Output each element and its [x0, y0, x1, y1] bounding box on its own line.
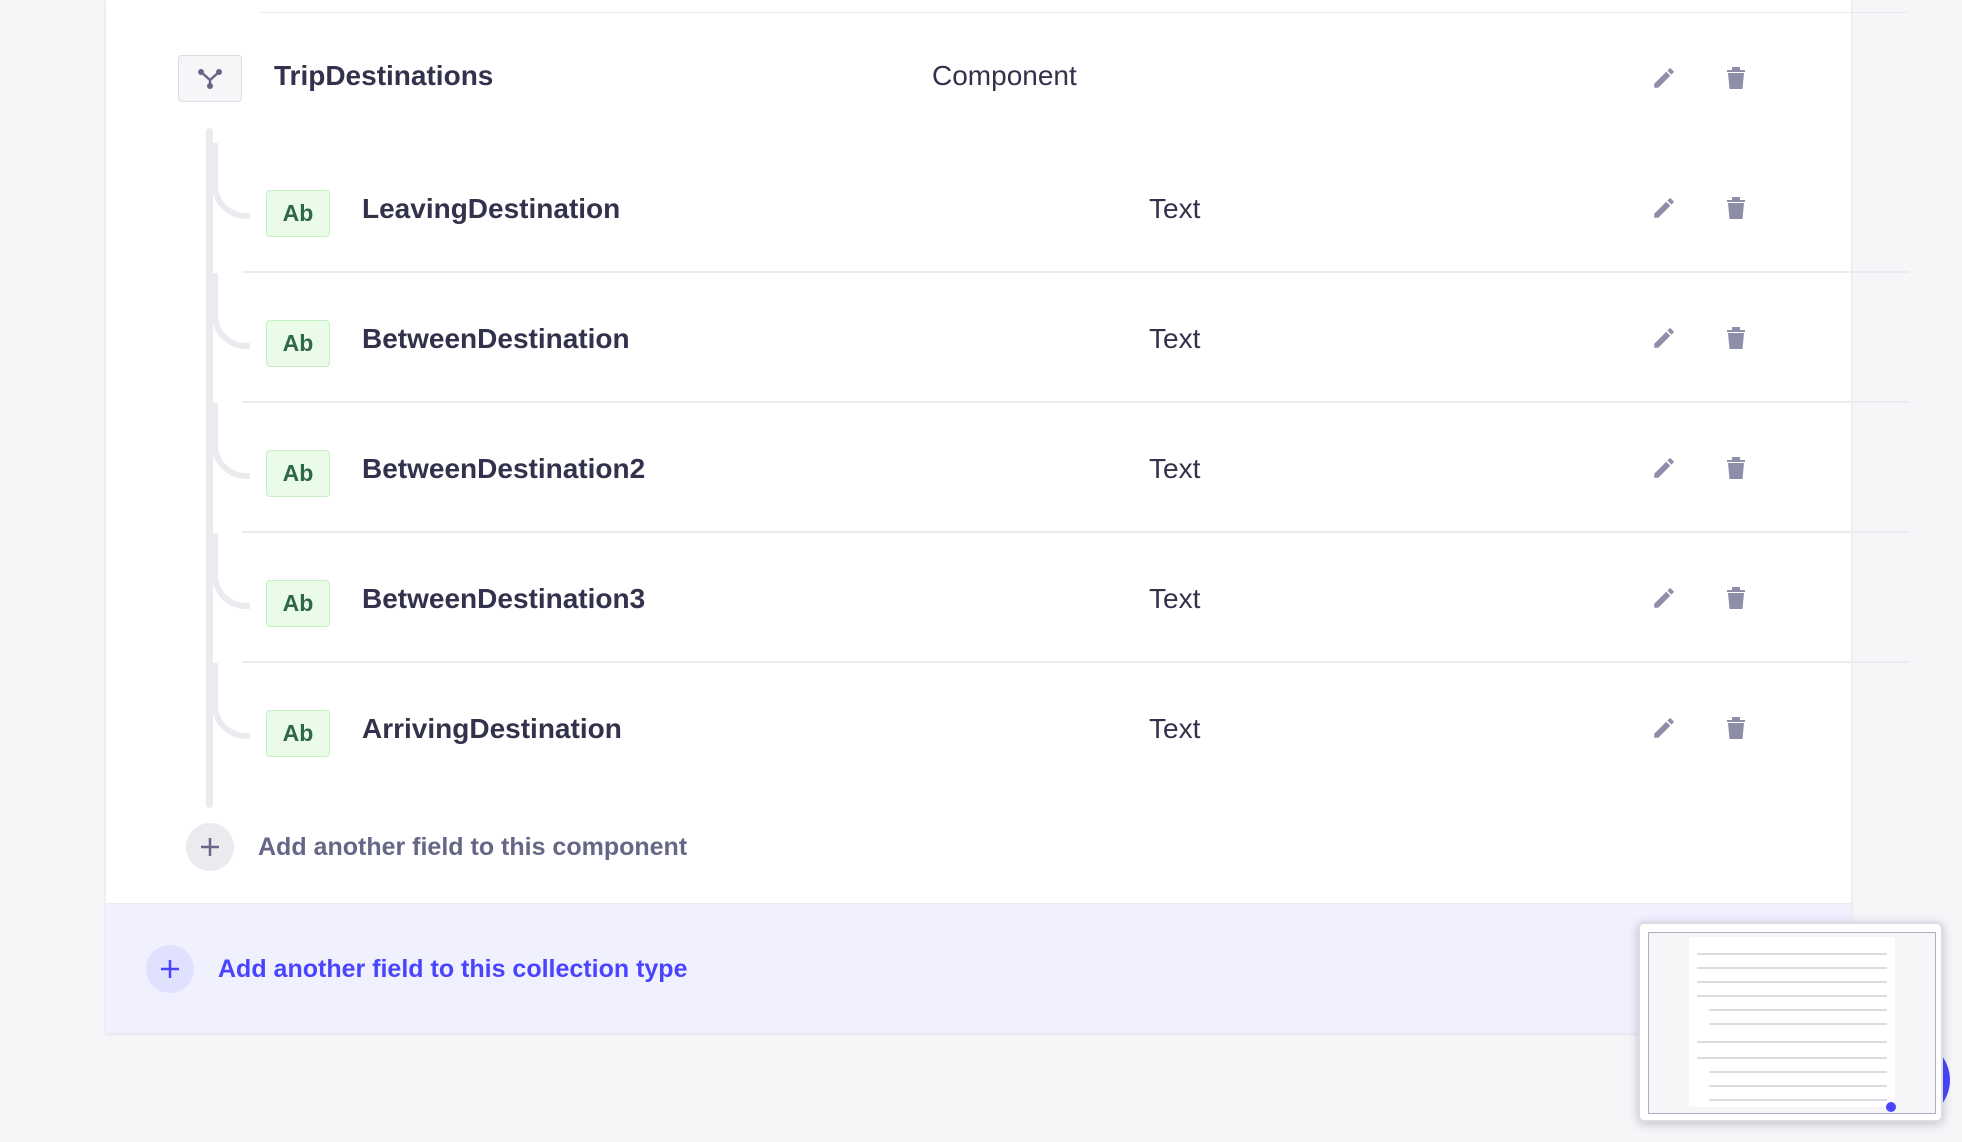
- delete-field-button[interactable]: [1716, 188, 1756, 228]
- edit-field-button[interactable]: [1644, 318, 1684, 358]
- pencil-icon: [1654, 328, 1674, 348]
- text-field-badge: Ab: [266, 580, 330, 627]
- pencil-icon: [1654, 588, 1674, 608]
- trash-icon: [1727, 717, 1745, 739]
- preview-indicator: [1886, 1102, 1896, 1112]
- preview-line: [1697, 967, 1887, 969]
- pencil-icon: [1654, 458, 1674, 478]
- field-row: Ab LeavingDestination Text: [106, 143, 1909, 273]
- preview-line: [1697, 1057, 1887, 1059]
- plus-icon: [146, 945, 194, 993]
- field-row: Ab BetweenDestination3 Text: [106, 533, 1909, 663]
- pencil-icon: [1654, 718, 1674, 738]
- component-type: Component: [932, 60, 1077, 91]
- field-row: Ab BetweenDestination2 Text: [106, 403, 1909, 533]
- delete-field-button[interactable]: [1716, 318, 1756, 358]
- component-row: TripDestinations Component: [106, 13, 1851, 143]
- trash-icon: [1727, 587, 1745, 609]
- text-field-badge: Ab: [266, 320, 330, 367]
- delete-field-button[interactable]: [1716, 708, 1756, 748]
- trash-icon: [1727, 457, 1745, 479]
- add-collection-field-button[interactable]: Add another field to this collection typ…: [146, 945, 687, 993]
- field-name: BetweenDestination3: [362, 583, 646, 614]
- preview-line: [1709, 1071, 1887, 1073]
- field-type: Text: [1149, 583, 1201, 614]
- preview-frame: [1648, 932, 1936, 1114]
- preview-line: [1709, 1009, 1887, 1011]
- tree-branch: [212, 143, 250, 219]
- edit-component-button[interactable]: [1644, 58, 1684, 98]
- preview-line: [1709, 1023, 1887, 1025]
- field-row: Ab ArrivingDestination Text: [106, 663, 1851, 793]
- trash-icon: [1727, 197, 1745, 219]
- edit-field-button[interactable]: [1644, 578, 1684, 618]
- field-type: Text: [1149, 713, 1201, 744]
- field-row: Ab BetweenDestination Text: [106, 273, 1909, 403]
- content-type-fields-card: TripDestinations Component Ab LeavingDest…: [106, 0, 1909, 1033]
- preview-line: [1697, 953, 1887, 955]
- component-name: TripDestinations: [274, 60, 494, 91]
- plus-icon: [186, 823, 234, 871]
- delete-field-button[interactable]: [1716, 578, 1756, 618]
- edit-field-button[interactable]: [1644, 708, 1684, 748]
- edit-field-button[interactable]: [1644, 448, 1684, 488]
- field-name: BetweenDestination: [362, 323, 630, 354]
- field-name: LeavingDestination: [362, 193, 621, 224]
- tree-branch: [212, 273, 250, 349]
- field-name: ArrivingDestination: [362, 713, 622, 744]
- delete-field-button[interactable]: [1716, 448, 1756, 488]
- pencil-icon: [1654, 68, 1674, 88]
- text-field-badge: Ab: [266, 190, 330, 237]
- preview-line: [1697, 1041, 1887, 1043]
- collection-footer: Add another field to this collection typ…: [106, 903, 1851, 1033]
- field-type: Text: [1149, 193, 1201, 224]
- screenshot-preview-thumbnail[interactable]: [1638, 922, 1943, 1122]
- preview-card: [1689, 937, 1895, 1107]
- trash-icon: [1727, 67, 1745, 89]
- tree-branch: [212, 533, 250, 609]
- add-component-field-label: Add another field to this component: [258, 832, 688, 861]
- field-type: Text: [1149, 323, 1201, 354]
- preview-line: [1709, 1099, 1887, 1101]
- delete-component-button[interactable]: [1716, 58, 1756, 98]
- tree-branch: [212, 663, 250, 739]
- tree-branch: [212, 403, 250, 479]
- add-collection-field-label: Add another field to this collection typ…: [218, 954, 688, 983]
- trash-icon: [1727, 327, 1745, 349]
- field-type: Text: [1149, 453, 1201, 484]
- preview-line: [1697, 981, 1887, 983]
- edit-field-button[interactable]: [1644, 188, 1684, 228]
- preview-line: [1709, 1085, 1887, 1087]
- preview-line: [1697, 995, 1887, 997]
- text-field-badge: Ab: [266, 710, 330, 757]
- component-icon: [178, 55, 242, 102]
- pencil-icon: [1654, 198, 1674, 218]
- text-field-badge: Ab: [266, 450, 330, 497]
- field-name: BetweenDestination2: [362, 453, 646, 484]
- add-component-field-button[interactable]: Add another field to this component: [186, 823, 687, 871]
